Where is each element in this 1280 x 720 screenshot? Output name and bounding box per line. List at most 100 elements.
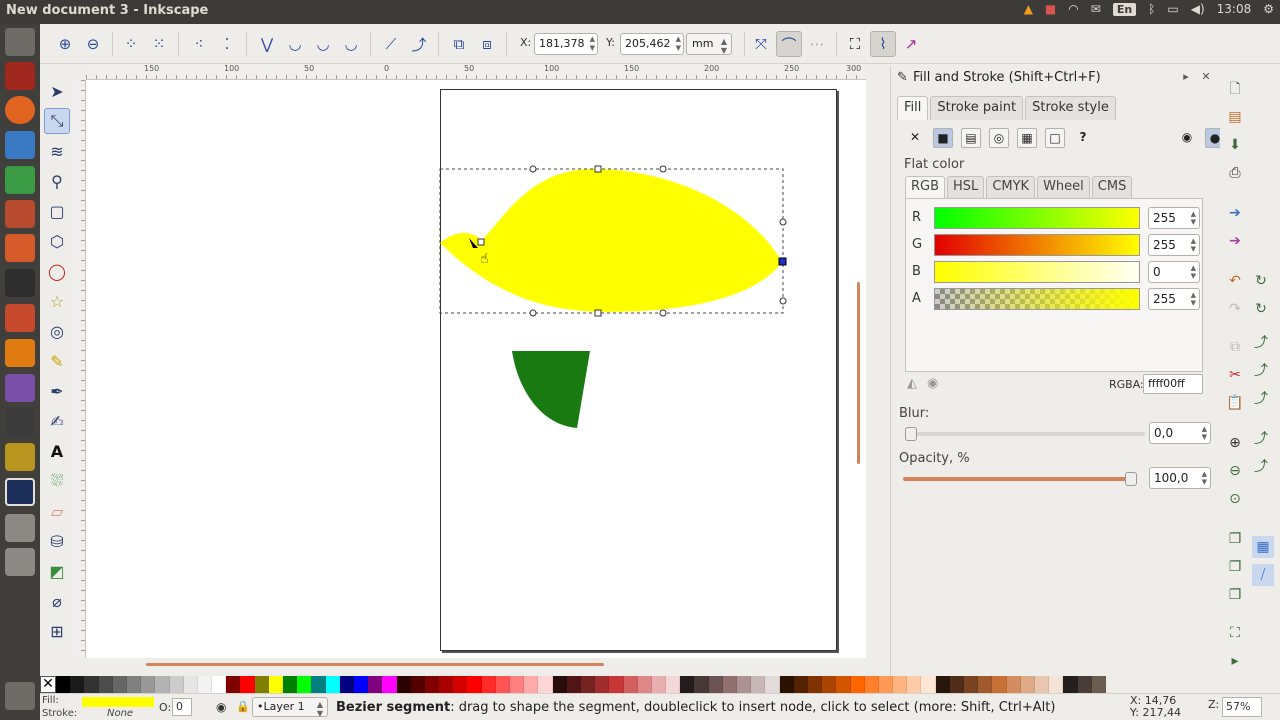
zoom-page-icon[interactable]: ↻ (1250, 298, 1272, 320)
object-to-path-icon[interactable]: ⧉ (446, 31, 472, 57)
palette-swatch[interactable] (609, 676, 624, 693)
palette-swatch[interactable] (1006, 676, 1021, 693)
palette-swatch[interactable] (850, 676, 865, 693)
node-handle[interactable] (779, 218, 787, 226)
print-icon[interactable]: ⎙ (1224, 162, 1246, 184)
segment-line-icon[interactable]: ⟋ (378, 31, 404, 57)
writer-icon[interactable] (5, 131, 35, 159)
opacity-short-input[interactable]: 0 (172, 698, 192, 716)
ellipse-tool-icon[interactable]: ◯ (44, 258, 70, 284)
y-spinner-arrows[interactable]: ▲ ▼ (676, 35, 681, 53)
trash-icon[interactable] (5, 682, 35, 710)
paste-icon[interactable]: 📋 (1224, 392, 1246, 414)
palette-swatch[interactable] (964, 676, 979, 693)
palette-swatch[interactable] (580, 676, 596, 693)
palette-swatch[interactable] (708, 676, 723, 693)
palette-swatch[interactable] (651, 676, 667, 693)
palette-swatch[interactable] (765, 676, 780, 693)
dropper-tool-icon[interactable]: ⌀ (44, 588, 70, 614)
blue-slider[interactable] (934, 261, 1140, 283)
zoom-drawing-icon[interactable]: ↻ (1250, 270, 1272, 292)
unlink-clone-icon[interactable]: ❐ (1224, 584, 1246, 606)
game-icon[interactable] (5, 443, 35, 471)
tab-hsl[interactable]: HSL (947, 176, 985, 198)
palette-swatch[interactable] (566, 676, 581, 693)
unset-paint-icon[interactable]: ? (1073, 128, 1093, 148)
blur-spinner-arrows[interactable]: ▲ ▼ (1202, 425, 1207, 441)
zoom-fit-icon[interactable]: ⤴ (1250, 360, 1272, 382)
cut-icon[interactable]: ✂ (1224, 364, 1246, 386)
red-spinner-arrows[interactable]: ▲ ▼ (1191, 210, 1196, 226)
tab-fill[interactable]: Fill (897, 96, 929, 120)
palette-swatch[interactable] (325, 676, 340, 693)
spray-tool-icon[interactable]: ⛆ (44, 468, 70, 494)
flat-color-button[interactable]: ■ (933, 128, 953, 148)
gradient-tool-icon[interactable]: ◩ (44, 558, 70, 584)
zoom-in-icon[interactable]: ⊕ (1224, 432, 1246, 454)
palette-swatch[interactable] (84, 676, 99, 693)
eraser-tool-icon[interactable]: ▱ (44, 498, 70, 524)
palette-swatch[interactable] (751, 676, 766, 693)
x-coordinate-input[interactable]: 181,378 ▲ ▼ (534, 33, 598, 55)
x-spinner-arrows[interactable]: ▲ ▼ (590, 35, 595, 53)
palette-swatch[interactable] (56, 676, 71, 693)
impress-icon[interactable] (5, 200, 35, 228)
zoom-sel-icon[interactable]: ⤴ (1250, 388, 1272, 410)
tab-rgb[interactable]: RGB (905, 176, 946, 198)
show-bbox-icon[interactable]: ⛶ (842, 31, 868, 57)
vlc-icon[interactable]: ▲ (1024, 2, 1033, 16)
clock[interactable]: 13:08 (1217, 2, 1252, 16)
palette-swatch[interactable] (737, 676, 752, 693)
palette-swatch[interactable] (694, 676, 709, 693)
palette-swatch[interactable] (382, 676, 397, 693)
join-nodes-icon[interactable]: ⁘ (118, 31, 144, 57)
open-document-icon[interactable]: ▤ (1224, 106, 1246, 128)
palette-swatch[interactable] (297, 676, 312, 693)
inkscape-launcher-icon[interactable] (5, 478, 35, 506)
palette-swatch[interactable] (439, 676, 454, 693)
volume-icon[interactable]: ◀) (1191, 2, 1205, 16)
radial-gradient-button[interactable]: ◎ (989, 128, 1009, 148)
calligraphy-tool-icon[interactable]: ✍ (44, 408, 70, 434)
blur-value-input[interactable]: 0,0 ▲ ▼ (1149, 422, 1211, 444)
palette-swatch[interactable] (538, 676, 553, 693)
opacity-slider[interactable] (903, 477, 1137, 481)
red-slider[interactable] (934, 207, 1140, 229)
rectangle-tool-icon[interactable]: ▢ (44, 198, 70, 224)
node-handle[interactable] (529, 165, 537, 173)
palette-swatch[interactable] (992, 676, 1007, 693)
palette-swatch[interactable] (197, 676, 213, 693)
star-tool-icon[interactable]: ☆ (44, 288, 70, 314)
symmetric-node-icon[interactable]: ◡ (310, 31, 336, 57)
palette-swatch[interactable] (155, 676, 170, 693)
spiral-tool-icon[interactable]: ◎ (44, 318, 70, 344)
color-managed-icon[interactable]: ◉ (927, 376, 938, 391)
no-paint-icon[interactable]: ✕ (905, 128, 925, 148)
palette-swatch[interactable] (978, 676, 993, 693)
blur-slider[interactable] (905, 432, 1145, 436)
palette-swatch[interactable] (595, 676, 610, 693)
drive-icon-2[interactable] (5, 548, 35, 576)
node-handle[interactable] (594, 165, 602, 173)
palette-swatch[interactable] (666, 676, 681, 693)
mail-icon[interactable]: ✉ (1091, 2, 1101, 16)
blur-slider-knob[interactable] (905, 427, 917, 441)
palette-swatch[interactable] (1049, 676, 1064, 693)
node-handle[interactable] (594, 309, 602, 317)
paint-bucket-tool-icon[interactable]: ⛁ (44, 528, 70, 554)
palette-swatch[interactable] (822, 676, 837, 693)
files-app-icon[interactable] (5, 62, 35, 90)
close-icon[interactable]: ✕ (1199, 70, 1213, 84)
group-icon[interactable]: ⛶ (1224, 622, 1246, 644)
pencil-tool-icon[interactable]: ✎ (44, 348, 70, 374)
export-icon[interactable]: ➔ (1224, 230, 1246, 252)
palette-swatch[interactable] (311, 676, 326, 693)
palette-swatch[interactable] (878, 676, 894, 693)
palette-swatch[interactable] (339, 676, 354, 693)
insert-node-icon[interactable]: ⊕ (52, 31, 78, 57)
alpha-spinner-arrows[interactable]: ▲ ▼ (1191, 291, 1196, 307)
palette-swatch[interactable] (921, 676, 936, 693)
selector-tool-icon[interactable]: ➤ (44, 78, 70, 104)
break-path-icon[interactable]: ⁙ (146, 31, 172, 57)
palette-swatch[interactable] (169, 676, 184, 693)
